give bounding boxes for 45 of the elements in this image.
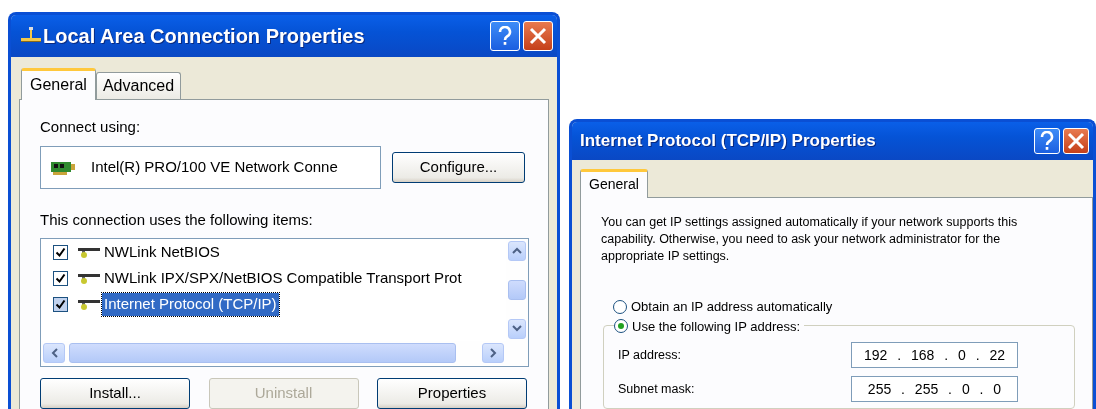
- checkbox[interactable]: [53, 245, 68, 261]
- help-icon: [498, 26, 512, 46]
- list-item[interactable]: NWLink NetBIOS: [102, 241, 222, 264]
- ip-address-field[interactable]: 255 . 255 . 0 . 0: [851, 376, 1018, 402]
- network-icon: [19, 27, 43, 45]
- tab[interactable]: Advanced: [95, 72, 182, 99]
- checkbox[interactable]: [53, 297, 68, 313]
- adapter-name: Intel(R) PRO/100 VE Network Conne: [91, 157, 338, 178]
- dialog-button[interactable]: Properties: [377, 377, 527, 409]
- configure-button[interactable]: Configure...: [392, 152, 525, 184]
- list-item[interactable]: NWLink IPX/SPX/NetBIOS Compatible Transport Prot: [102, 267, 464, 290]
- field-label: IP address:: [618, 346, 681, 364]
- close-button[interactable]: [1063, 128, 1089, 154]
- scroll-up-button[interactable]: [508, 240, 526, 261]
- ip-address-field[interactable]: 192 . 168 . 0 . 22: [851, 342, 1018, 368]
- radio-option[interactable]: Obtain an IP address automatically: [613, 297, 1072, 317]
- close-icon: [529, 27, 547, 45]
- network-card-icon: [51, 160, 75, 175]
- list-item[interactable]: Internet Protocol (TCP/IP): [102, 293, 279, 316]
- scroll-down-button[interactable]: [508, 318, 526, 339]
- help-button[interactable]: [490, 21, 520, 51]
- window-title: Local Area Connection Properties: [43, 24, 366, 49]
- scroll-right-button[interactable]: [482, 342, 504, 363]
- help-button[interactable]: [1034, 128, 1060, 154]
- field-label: This connection uses the following items:: [40, 210, 314, 231]
- close-icon: [1067, 132, 1085, 150]
- vertical-scrollbar[interactable]: [506, 238, 528, 341]
- field-label: Connect using:: [40, 116, 142, 137]
- scrollbar-thumb[interactable]: [69, 342, 456, 363]
- scrollbar-thumb[interactable]: [508, 279, 526, 300]
- help-icon: [1040, 131, 1054, 151]
- field-label: Subnet mask:: [618, 380, 695, 398]
- scroll-left-button[interactable]: [43, 342, 65, 363]
- radio-option[interactable]: Use the following IP address:: [614, 316, 805, 336]
- description-text: You can get IP settings assigned automatically if your network supports this capability. Otherwise, you need to ask your network administrator for the appropriate IP settings.: [601, 214, 1019, 265]
- tab[interactable]: General: [21, 68, 96, 100]
- checkbox[interactable]: [53, 271, 68, 287]
- tab[interactable]: General: [580, 169, 648, 199]
- protocol-icon: [78, 245, 100, 260]
- close-button[interactable]: [523, 21, 553, 51]
- protocol-icon: [78, 297, 100, 312]
- items-list[interactable]: NWLink NetBIOS NWLink IPX/SPX/NetBIOS Compatible Transport Prot Internet Protocol (TCP/IP): [40, 237, 529, 367]
- protocol-icon: [78, 271, 100, 286]
- dialog-button[interactable]: Install...: [40, 377, 190, 409]
- window-title: Internet Protocol (TCP/IP) Properties: [580, 130, 877, 153]
